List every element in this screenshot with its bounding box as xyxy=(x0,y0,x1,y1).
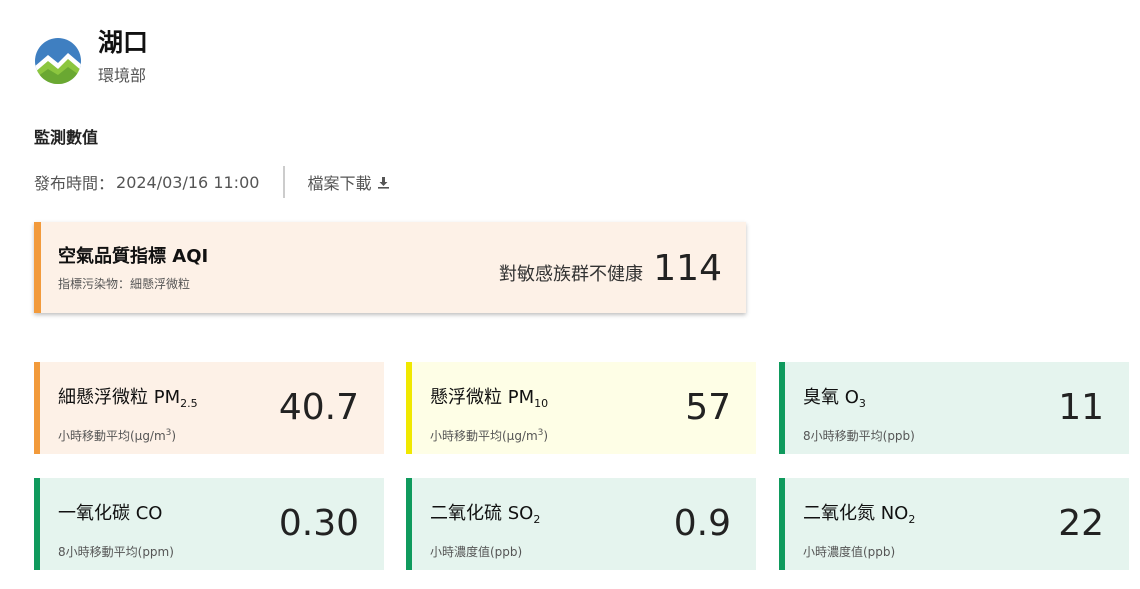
card-unit: 小時濃度值(ppb) xyxy=(803,545,896,559)
card-title: 懸浮微粒 PM10 xyxy=(430,383,548,410)
so2-card: 二氧化硫 SO2 小時濃度值(ppb) 0.9 xyxy=(406,478,756,570)
card-unit: 8小時移動平均(ppb) xyxy=(803,429,915,443)
card-unit-end: ) xyxy=(171,429,177,443)
aqi-subtitle: 指標污染物：細懸浮微粒 xyxy=(58,277,191,291)
card-title-subscript: 2.5 xyxy=(180,397,198,410)
download-label: 檔案下載 xyxy=(307,174,372,193)
card-title-text: 懸浮微粒 PM xyxy=(430,387,535,408)
card-title: 臭氧 O3 xyxy=(803,383,866,410)
card-title-text: 二氧化硫 SO xyxy=(430,503,534,524)
o3-card: 臭氧 O3 8小時移動平均(ppb) 11 xyxy=(779,362,1129,454)
station-name: 湖口 xyxy=(98,28,149,57)
divider xyxy=(283,166,286,198)
card-title-subscript: 3 xyxy=(858,397,866,410)
card-title-text: 一氧化碳 CO xyxy=(58,503,163,524)
card-value: 0.9 xyxy=(673,503,731,544)
card-title-text: 細懸浮微粒 PM xyxy=(58,387,181,408)
moenv-logo-icon xyxy=(35,38,81,84)
org-name: 環境部 xyxy=(98,66,147,85)
pm25-card: 細懸浮微粒 PM2.5 小時移動平均(μg/m3) 40.7 xyxy=(34,362,384,454)
card-unit: 小時移動平均(μg/m3) xyxy=(58,427,176,444)
card-unit-text: 小時移動平均(μg/m xyxy=(58,429,166,443)
card-title: 細懸浮微粒 PM2.5 xyxy=(58,383,198,410)
publish-time: 2024/03/16 11:00 xyxy=(116,172,260,192)
card-title-subscript: 2 xyxy=(533,513,541,526)
card-value: 0.30 xyxy=(278,503,359,544)
section-title: 監測數值 xyxy=(34,128,99,147)
card-title: 二氧化氮 NO2 xyxy=(803,499,915,526)
card-value: 22 xyxy=(1058,503,1104,544)
aqi-value: 114 xyxy=(653,248,722,289)
download-link[interactable]: 檔案下載 xyxy=(307,170,390,194)
download-icon xyxy=(378,176,390,189)
card-unit: 8小時移動平均(ppm) xyxy=(58,545,174,559)
card-value: 57 xyxy=(685,387,731,428)
pm10-card: 懸浮微粒 PM10 小時移動平均(μg/m3) 57 xyxy=(406,362,756,454)
card-unit: 小時移動平均(μg/m3) xyxy=(430,427,548,444)
card-title-subscript: 2 xyxy=(908,513,916,526)
no2-card: 二氧化氮 NO2 小時濃度值(ppb) 22 xyxy=(779,478,1129,570)
publish-row: 發布時間： 2024/03/16 11:00 檔案下載 xyxy=(34,166,390,198)
card-title-subscript: 10 xyxy=(534,397,549,410)
card-unit-text: 小時移動平均(μg/m xyxy=(430,429,538,443)
card-value: 40.7 xyxy=(278,387,359,428)
co-card: 一氧化碳 CO 8小時移動平均(ppm) 0.30 xyxy=(34,478,384,570)
card-value: 11 xyxy=(1058,387,1104,428)
aqi-title: 空氣品質指標 AQI xyxy=(58,246,209,267)
aqi-status: 對敏感族群不健康 xyxy=(499,264,643,285)
card-title-text: 臭氧 O xyxy=(803,387,859,408)
station-header: 湖口 環境部 xyxy=(34,28,148,86)
card-title-text: 二氧化氮 NO xyxy=(803,503,909,524)
card-title: 二氧化硫 SO2 xyxy=(430,499,540,526)
aqi-card: 空氣品質指標 AQI 指標污染物：細懸浮微粒 對敏感族群不健康 114 xyxy=(34,222,746,313)
card-unit: 小時濃度值(ppb) xyxy=(430,545,523,559)
card-unit-end: ) xyxy=(543,429,549,443)
card-title: 一氧化碳 CO xyxy=(58,499,162,525)
publish-label: 發布時間： xyxy=(34,174,115,193)
